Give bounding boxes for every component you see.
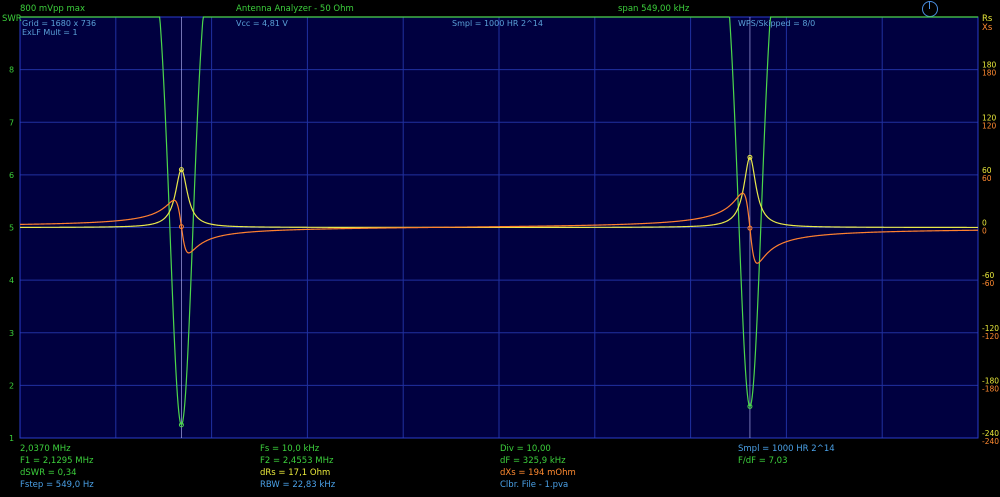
xs-tick-label: -180 bbox=[982, 384, 999, 393]
swr-tick-label: 3 bbox=[9, 329, 14, 338]
calibration-file[interactable]: Clbr. File - 1.pva bbox=[500, 480, 568, 490]
swr-tick-label: 4 bbox=[9, 276, 14, 285]
rbw-readout: RBW = 22,83 kHz bbox=[260, 480, 336, 490]
xs-tick-label: 60 bbox=[982, 174, 992, 183]
xs-axis-title: Xs bbox=[982, 23, 993, 33]
right-axis-ticks: 180120600-60-120-180-240180120600-60-120… bbox=[982, 61, 999, 446]
dswr-readout: dSWR = 0,34 bbox=[20, 468, 77, 478]
xs-tick-label: -60 bbox=[982, 279, 994, 288]
xs-tick-label: 180 bbox=[982, 69, 997, 78]
drs-readout: dRs = 17,1 Ohm bbox=[260, 468, 331, 478]
f1-readout: F1 = 2,1295 MHz bbox=[20, 456, 94, 466]
exlf-info: ExLF Mult = 1 bbox=[22, 28, 78, 37]
dxs-readout: dXs = 194 mOhm bbox=[500, 468, 576, 478]
grid-info: Grid = 1680 x 736 bbox=[22, 19, 97, 28]
swr-tick-label: 1 bbox=[9, 434, 14, 443]
fs-readout: Fs = 10,0 kHz bbox=[260, 444, 320, 454]
swr-axis-title: SWR bbox=[2, 14, 22, 24]
xs-tick-label: -120 bbox=[982, 332, 999, 341]
fdf-readout: F/dF = 7,03 bbox=[738, 456, 788, 466]
df-readout: dF = 325,9 kHz bbox=[500, 456, 566, 466]
swr-tick-label: 8 bbox=[9, 66, 14, 75]
xs-tick-label: -240 bbox=[982, 437, 999, 446]
swr-tick-label: 6 bbox=[9, 171, 14, 180]
freq-readout: 2,0370 MHz bbox=[20, 444, 71, 454]
vcc-info: Vcc = 4,81 V bbox=[236, 19, 288, 28]
fstep-readout: Fstep = 549,0 Hz bbox=[20, 480, 94, 490]
xs-tick-label: 120 bbox=[982, 121, 997, 130]
wps-info: WPS/Skipped = 8/0 bbox=[738, 19, 816, 28]
swr-tick-label: 2 bbox=[9, 381, 14, 390]
chart-area[interactable]: 12345678 180120600-60-120-180-2401801206… bbox=[0, 0, 1000, 497]
swr-tick-label: 5 bbox=[9, 224, 14, 233]
f2-readout: F2 = 2,4553 MHz bbox=[260, 456, 334, 466]
swr-tick-label: 7 bbox=[9, 118, 14, 127]
smpl-info: Smpl = 1000 HR 2^14 bbox=[452, 19, 543, 28]
left-axis-ticks: 1 2 3 4 5 6 7 8 bbox=[9, 66, 14, 443]
div-readout: Div = 10,00 bbox=[500, 444, 551, 454]
smpl-readout: Smpl = 1000 HR 2^14 bbox=[738, 444, 835, 454]
xs-tick-label: 0 bbox=[982, 227, 987, 236]
